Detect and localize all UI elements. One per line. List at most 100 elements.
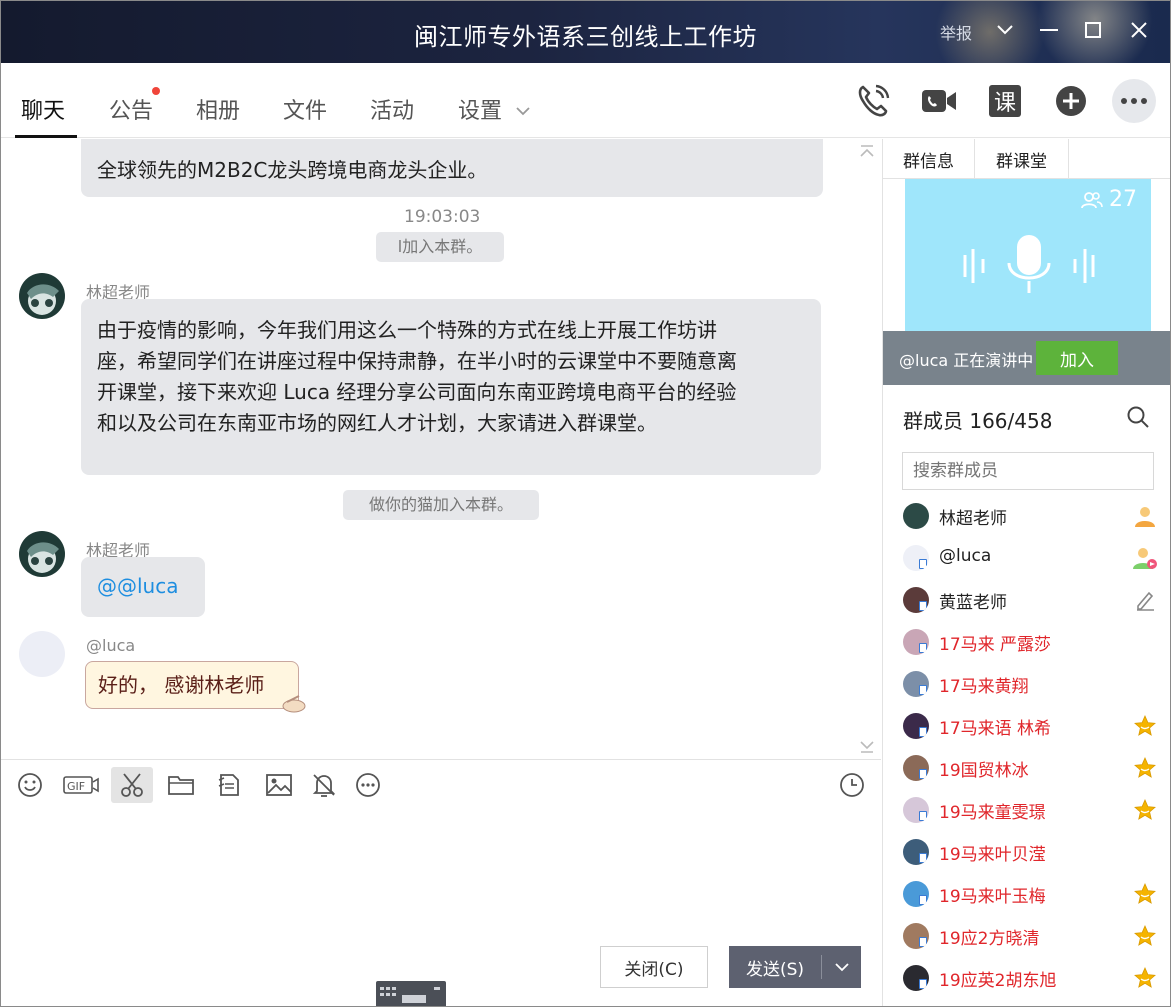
- tab-files[interactable]: 文件: [283, 93, 327, 125]
- message-list[interactable]: 全球领先的M2B2C龙头跨境电商龙头企业。 19:03:03 l加入本群。 林超…: [1, 139, 881, 759]
- member-row[interactable]: 19国贸林冰: [883, 747, 1170, 789]
- mobile-online-icon: [919, 811, 927, 821]
- avatar[interactable]: [19, 531, 65, 577]
- keyboard-icon[interactable]: [376, 981, 446, 1006]
- bubble-decoration-icon: [282, 695, 306, 713]
- video-call-icon[interactable]: [919, 81, 959, 121]
- send-label: 发送(S): [745, 959, 805, 980]
- mention-link[interactable]: @@luca: [97, 574, 178, 598]
- member-row[interactable]: 林超老师: [883, 495, 1170, 537]
- message-bubble: 好的， 感谢林老师: [85, 661, 299, 709]
- panel-tabs: 群信息 群课堂: [883, 139, 1170, 179]
- more-icon[interactable]: [353, 767, 383, 803]
- member-avatar[interactable]: [903, 545, 929, 571]
- message-line: 由于疫情的影响，今年我们用这么一个特殊的方式在线上开展工作坊讲: [97, 318, 717, 342]
- member-row[interactable]: 17马来语 林希: [883, 705, 1170, 747]
- phone-call-icon[interactable]: [853, 81, 893, 121]
- member-avatar[interactable]: [903, 713, 929, 739]
- chevron-down-icon[interactable]: [990, 15, 1020, 45]
- search-icon[interactable]: [1126, 405, 1150, 429]
- history-clock-icon[interactable]: [837, 767, 867, 803]
- maximize-icon[interactable]: [1078, 15, 1108, 45]
- tab-group-info[interactable]: 群信息: [883, 139, 975, 179]
- member-avatar[interactable]: [903, 671, 929, 697]
- gif-icon[interactable]: GIF: [61, 767, 101, 803]
- document-icon[interactable]: [214, 767, 246, 803]
- image-icon[interactable]: [263, 767, 295, 803]
- member-name: 黄蓝老师: [939, 593, 1007, 613]
- chevron-down-icon[interactable]: [822, 962, 861, 972]
- member-row[interactable]: 19应2方晓清: [883, 915, 1170, 957]
- member-avatar[interactable]: [903, 755, 929, 781]
- mobile-online-icon: [919, 643, 927, 653]
- member-avatar[interactable]: [903, 881, 929, 907]
- message-line: 座，希望同学们在讲座过程中保持肃静，在半小时的云课堂中不要随意离: [97, 349, 737, 373]
- report-link[interactable]: 举报: [940, 20, 972, 44]
- composer-divider: [1, 759, 881, 760]
- avatar[interactable]: [19, 273, 65, 319]
- more-options-button[interactable]: [1112, 79, 1156, 123]
- svg-text:GIF: GIF: [67, 780, 85, 793]
- chevron-down-icon[interactable]: [516, 101, 530, 120]
- classroom-card[interactable]: 27: [905, 179, 1151, 331]
- tab-activity[interactable]: 活动: [370, 93, 414, 125]
- member-avatar[interactable]: [903, 923, 929, 949]
- member-name: 17马来语 林希: [939, 719, 1052, 739]
- microphone-icon: [963, 235, 1095, 293]
- member-row[interactable]: @luca: [883, 537, 1170, 579]
- nav-tabs: 聊天 公告 相册 文件 活动 设置 课: [1, 63, 1170, 138]
- mobile-online-icon: [919, 727, 927, 737]
- member-row[interactable]: 19应英2胡东旭: [883, 957, 1170, 999]
- scroll-up-icon[interactable]: [857, 143, 877, 159]
- member-search-input[interactable]: [902, 452, 1154, 490]
- member-row[interactable]: 19马来叶玉梅: [883, 873, 1170, 915]
- member-row[interactable]: 17马来黄翔: [883, 663, 1170, 705]
- avatar[interactable]: [19, 631, 65, 677]
- member-row[interactable]: 黄蓝老师: [883, 579, 1170, 621]
- message-line: 开课堂，接下来欢迎 Luca 经理分享公司面向东南亚跨境电商平台的经验: [97, 380, 737, 404]
- mention-bubble: @@luca: [81, 557, 205, 617]
- close-icon[interactable]: [1124, 15, 1154, 45]
- emoji-icon[interactable]: [15, 767, 45, 803]
- presenter-icon: [1131, 544, 1159, 572]
- mobile-online-icon: [919, 937, 927, 947]
- system-notice: 做你的猫加入本群。: [343, 490, 539, 520]
- message-input[interactable]: [1, 811, 881, 939]
- member-name: 17马来 严露莎: [939, 635, 1052, 655]
- member-row[interactable]: 17马来 严露莎: [883, 621, 1170, 663]
- member-row[interactable]: 19马来叶贝滢: [883, 831, 1170, 873]
- star-icon: [1131, 964, 1159, 992]
- close-button[interactable]: 关闭(C): [600, 946, 708, 988]
- add-app-icon[interactable]: [1051, 81, 1091, 121]
- member-avatar[interactable]: [903, 797, 929, 823]
- tab-group-classroom[interactable]: 群课堂: [975, 139, 1069, 179]
- member-avatar[interactable]: [903, 587, 929, 613]
- join-classroom-button[interactable]: 加入: [1036, 341, 1118, 375]
- member-avatar[interactable]: [903, 629, 929, 655]
- tab-settings[interactable]: 设置: [458, 93, 502, 125]
- participant-count: 27: [1081, 187, 1137, 212]
- member-avatar[interactable]: [903, 503, 929, 529]
- composer-toolbar: GIF: [1, 765, 881, 807]
- screenshot-icon[interactable]: [111, 767, 153, 803]
- tab-album[interactable]: 相册: [196, 93, 240, 125]
- mobile-online-icon: [919, 853, 927, 863]
- classroom-status-bar: @luca 正在演讲中 加入: [883, 331, 1170, 385]
- tab-announcement[interactable]: 公告: [109, 93, 153, 125]
- member-avatar[interactable]: [903, 839, 929, 865]
- mute-bell-icon[interactable]: [308, 767, 340, 803]
- mobile-online-icon: [919, 769, 927, 779]
- course-button[interactable]: 课: [985, 81, 1025, 121]
- course-label: 课: [989, 85, 1021, 117]
- message-line: 和以及公司在东南亚市场的网红人才计划，大家请进入群课堂。: [97, 411, 657, 435]
- send-button[interactable]: 发送(S): [729, 946, 861, 988]
- member-row[interactable]: 19马来童雯璟: [883, 789, 1170, 831]
- tab-chat[interactable]: 聊天: [21, 93, 65, 125]
- minimize-icon[interactable]: [1034, 15, 1064, 45]
- member-list[interactable]: 林超老师 @luca 黄蓝老师 17马来 严露莎 17马来黄翔 17马来语 林希 19国贸林…: [883, 495, 1170, 999]
- member-avatar[interactable]: [903, 965, 929, 991]
- member-name: 19应2方晓清: [939, 929, 1040, 949]
- sender-name: @luca: [86, 636, 136, 655]
- scroll-down-icon[interactable]: [857, 739, 877, 755]
- folder-icon[interactable]: [165, 767, 197, 803]
